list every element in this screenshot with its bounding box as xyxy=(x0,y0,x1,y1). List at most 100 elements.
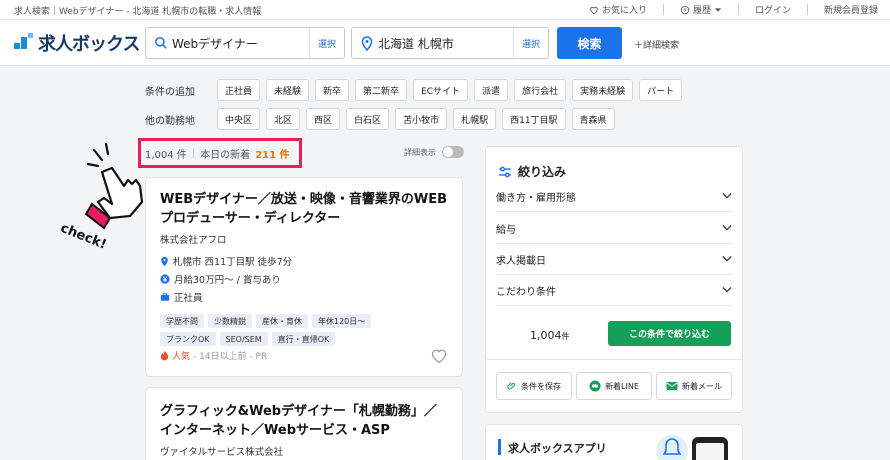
location-chip[interactable]: 西11丁目駅 xyxy=(502,108,566,130)
job-card[interactable]: WEBデザイナー／放送・映像・音響業界のWEBプロデューサー・ディレクター 株式… xyxy=(145,177,463,377)
job-card[interactable]: グラフィック&Webデザイナー「札幌勤務」／インターネット／Webサービス・AS… xyxy=(145,387,463,460)
divider xyxy=(486,359,742,360)
location-chip[interactable]: 西区 xyxy=(306,108,341,130)
location-search-box[interactable]: 北海道 札幌市 選択 xyxy=(351,27,549,59)
locations-chips: 中央区 北区 西区 白石区 苫小牧市 札幌駅 西11丁目駅 青森県 xyxy=(217,108,615,130)
location-chip[interactable]: 北区 xyxy=(266,108,301,130)
location-input[interactable]: 北海道 札幌市 xyxy=(378,35,513,52)
location-pin-icon xyxy=(161,256,168,266)
top-bar: 求人検索｜Webデザイナー - 北海道 札幌市の転職・求人情報 お気に入り 履歴… xyxy=(0,0,890,20)
detail-view-label: 詳細表示 xyxy=(404,147,436,157)
filter-panel: 絞り込み 働き方・雇用形態 給与 求人掲載日 こだわり条件 1,004件 この条… xyxy=(485,146,743,413)
register-link[interactable]: 新規会員登録 xyxy=(824,3,878,16)
filter-panel-title: 絞り込み xyxy=(518,165,567,179)
conditions-chips: 正社員 未経験 新卒 第二新卒 ECサイト 派遣 旅行会社 実務未経験 パート xyxy=(217,79,683,101)
job-company: 株式会社アフロ xyxy=(160,235,227,246)
top-links: お気に入り 履歴 ログイン 新規会員登録 xyxy=(589,3,878,16)
job-tag: SEO/SEM xyxy=(219,332,268,346)
new-label: 本日の新着 xyxy=(200,150,251,161)
mail-icon xyxy=(666,382,678,390)
filter-item-label: 求人掲載日 xyxy=(496,255,546,267)
location-chip[interactable]: 札幌駅 xyxy=(453,108,497,130)
filter-total-count: 1,004 xyxy=(530,329,562,342)
job-tag: 産休・育休 xyxy=(256,314,308,328)
job-employment-text: 正社員 xyxy=(174,293,203,304)
caret-down-icon xyxy=(714,7,722,12)
filter-total-unit: 件 xyxy=(561,332,570,341)
condition-chip[interactable]: 新卒 xyxy=(315,79,350,101)
filter-item-label: 給与 xyxy=(496,224,516,236)
check-annotation: check! xyxy=(58,142,144,253)
accent-bar xyxy=(498,439,501,455)
job-title[interactable]: WEBデザイナー／放送・映像・音響業界のWEBプロデューサー・ディレクター xyxy=(160,190,448,228)
detail-view-toggle[interactable]: 詳細表示 xyxy=(404,146,464,158)
filter-item-salary[interactable]: 給与 xyxy=(496,213,732,244)
location-select-button[interactable]: 選択 xyxy=(512,28,548,58)
login-link[interactable]: ログイン xyxy=(755,3,791,16)
favorites-label: お気に入り xyxy=(601,6,647,16)
location-chip[interactable]: 苫小牧市 xyxy=(395,108,448,130)
filter-panel-header: 絞り込み xyxy=(498,163,566,180)
divider xyxy=(737,4,739,15)
locations-label: 他の勤務地 xyxy=(145,115,195,127)
app-promo-title: 求人ボックスアプリ xyxy=(508,442,607,455)
location-pin-icon xyxy=(356,35,378,51)
detail-search-link[interactable]: ＋詳細検索 xyxy=(634,38,679,51)
favorites-link[interactable]: お気に入り xyxy=(589,3,647,16)
job-tag: 少数精鋭 xyxy=(208,314,252,328)
job-location-text: 札幌市 西11丁目駅 徒歩7分 xyxy=(173,257,293,268)
condition-chip[interactable]: 正社員 xyxy=(217,79,261,101)
heart-icon xyxy=(590,6,598,14)
condition-chip[interactable]: 未経験 xyxy=(266,79,310,101)
divider: | xyxy=(191,148,196,159)
condition-chip[interactable]: 旅行会社 xyxy=(514,79,567,101)
job-tags: 学歴不問 少数精鋭 産休・育休 年休120日〜 ブランクOK SEO/SEM 直… xyxy=(160,314,420,346)
filter-item-label: 働き方・雇用形態 xyxy=(496,192,576,204)
header: 求人ボックス Webデザイナー 選択 北海道 札幌市 選択 検索 ＋詳細検索 xyxy=(0,20,890,66)
logo[interactable]: 求人ボックス xyxy=(14,30,140,56)
toggle-switch[interactable] xyxy=(442,146,464,158)
keyword-input[interactable]: Webデザイナー xyxy=(172,35,309,52)
location-chip[interactable]: 青森県 xyxy=(571,108,615,130)
condition-chip[interactable]: ECサイト xyxy=(413,79,469,101)
chevron-down-icon xyxy=(722,193,732,199)
chevron-down-icon xyxy=(722,256,732,262)
job-meta: 人気 - 14日以上前 - PR xyxy=(160,349,267,362)
keyword-select-button[interactable]: 選択 xyxy=(308,28,344,58)
filter-item-employment[interactable]: 働き方・雇用形態 xyxy=(496,181,732,212)
job-title[interactable]: グラフィック&Webデザイナー「札幌勤務」／インターネット／Webサービス・AS… xyxy=(160,402,448,440)
save-condition-button[interactable]: 条件を保存 xyxy=(496,372,572,400)
chevron-down-icon xyxy=(722,225,732,231)
page-tagline: 求人検索｜Webデザイナー - 北海道 札幌市の転職・求人情報 xyxy=(14,7,262,17)
search-icon xyxy=(150,36,172,50)
filter-item-preferences[interactable]: こだわり条件 xyxy=(496,275,732,306)
logo-text: 求人ボックス xyxy=(38,34,140,55)
condition-chip[interactable]: 第二新卒 xyxy=(355,79,408,101)
job-tag: ブランクOK xyxy=(160,332,216,346)
app-promo-card[interactable]: 求人ボックスアプリ xyxy=(485,424,743,460)
condition-chip[interactable]: 派遣 xyxy=(474,79,509,101)
mail-notify-button[interactable]: 新着メール xyxy=(656,372,732,400)
sparkle-lines-icon xyxy=(86,142,110,168)
location-chip[interactable]: 白石区 xyxy=(346,108,390,130)
divider xyxy=(662,4,664,15)
filter-item-posted-date[interactable]: 求人掲載日 xyxy=(496,244,732,275)
history-link[interactable]: 履歴 xyxy=(680,3,722,16)
job-tag: 年休120日〜 xyxy=(312,314,372,328)
paperclip-icon xyxy=(507,382,516,390)
condition-chip[interactable]: 実務未経験 xyxy=(572,79,634,101)
conditions-row: 条件の追加 正社員 未経験 新卒 第二新卒 ECサイト 派遣 旅行会社 実務未経… xyxy=(145,79,683,101)
condition-chip[interactable]: パート xyxy=(639,79,683,101)
keyword-search-box[interactable]: Webデザイナー 選択 xyxy=(145,27,345,59)
app-phone-icon xyxy=(656,435,728,460)
new-count: 211 件 xyxy=(255,150,290,161)
search-button[interactable]: 検索 xyxy=(557,27,622,59)
line-notify-button[interactable]: 新着LINE xyxy=(576,372,652,400)
locations-row: 他の勤務地 中央区 北区 西区 白石区 苫小牧市 札幌駅 西11丁目駅 青森県 xyxy=(145,108,615,130)
yen-icon xyxy=(160,274,170,284)
job-salary-text: 月給30万円〜 / 賞与あり xyxy=(174,275,281,286)
location-chip[interactable]: 中央区 xyxy=(217,108,261,130)
clock-icon xyxy=(680,5,690,14)
apply-filter-button[interactable]: この条件で絞り込む xyxy=(608,321,731,346)
heart-favorite-icon[interactable] xyxy=(430,348,448,364)
